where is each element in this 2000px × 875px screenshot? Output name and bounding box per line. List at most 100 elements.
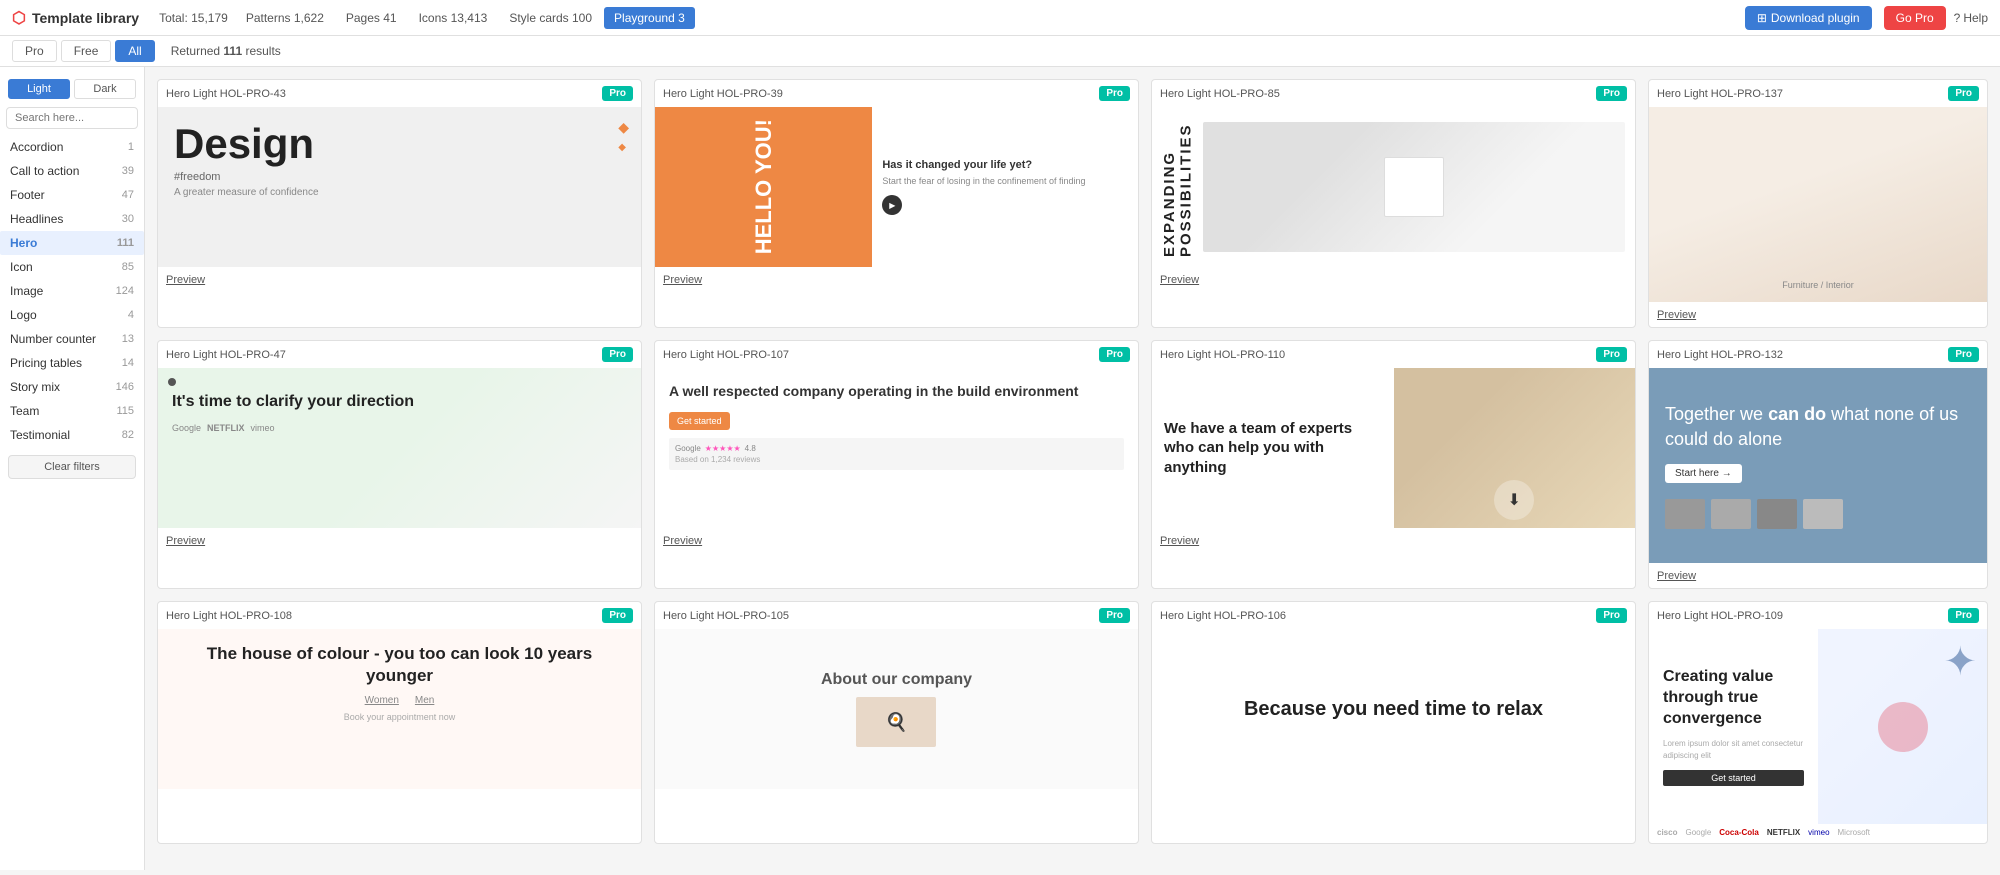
nav-tabs: Patterns 1,622 Pages 41 Icons 13,413 Sty… [236, 7, 695, 29]
preview-link[interactable]: Preview [663, 535, 702, 547]
pro-badge: Pro [602, 347, 633, 362]
card-hol-pro-107: Hero Light HOL-PRO-107 Pro A well respec… [654, 340, 1139, 589]
right-col: Hero Light HOL-PRO-137 Pro Furniture / I… [1648, 79, 1988, 328]
card-hol-pro-39: Hero Light HOL-PRO-39 Pro HELLO YOU! Has… [654, 79, 1139, 328]
card-title: Hero Light HOL-PRO-39 [663, 88, 783, 100]
preview-link[interactable]: Preview [663, 274, 702, 286]
total-count: Total: 15,179 [159, 11, 228, 25]
nav-tab-playground[interactable]: Playground 3 [604, 7, 695, 29]
sidebar-item-number-counter[interactable]: Number counter 13 [0, 327, 144, 351]
filter-free[interactable]: Free [61, 40, 112, 62]
card-hol-pro-47: Hero Light HOL-PRO-47 Pro It's time to c… [157, 340, 642, 589]
logo: ⬡ Template library [12, 8, 139, 28]
pro-badge: Pro [602, 608, 633, 623]
card-title: Hero Light HOL-PRO-132 [1657, 349, 1783, 361]
creating-cta[interactable]: Get started [1663, 770, 1804, 786]
card-thumbnail: Furniture / Interior [1649, 107, 1987, 302]
theme-toggle: Light Dark [0, 75, 144, 107]
card-thumbnail: About our company 🍳 [655, 629, 1138, 789]
card-thumbnail: Together we can do what none of us could… [1649, 368, 1987, 563]
filter-tabs: Pro Free All [12, 40, 155, 62]
preview-link[interactable]: Preview [166, 535, 205, 547]
sidebar-item-image[interactable]: Image 124 [0, 279, 144, 303]
pro-badge: Pro [1099, 86, 1130, 101]
card-title: Hero Light HOL-PRO-105 [663, 610, 789, 622]
sidebar-item-testimonial[interactable]: Testimonial 82 [0, 423, 144, 447]
card-title: Hero Light HOL-PRO-43 [166, 88, 286, 100]
card-thumbnail: Because you need time to relax [1152, 629, 1635, 789]
pro-badge: Pro [1099, 347, 1130, 362]
pro-badge: Pro [602, 86, 633, 101]
card-hol-pro-85: Hero Light HOL-PRO-85 Pro EXPANDING POSS… [1151, 79, 1636, 328]
download-plugin-button[interactable]: ⊞ Download plugin [1745, 6, 1872, 30]
top-bar: ⬡ Template library Total: 15,179 Pattern… [0, 0, 2000, 36]
card-thumbnail: It's time to clarify your direction Goog… [158, 368, 641, 528]
sidebar-item-hero[interactable]: Hero 111 [0, 231, 144, 255]
card-title: Hero Light HOL-PRO-85 [1160, 88, 1280, 100]
preview-link[interactable]: Preview [1657, 570, 1696, 582]
sidebar-item-team[interactable]: Team 115 [0, 399, 144, 423]
pro-badge: Pro [1596, 347, 1627, 362]
pro-badge: Pro [1596, 86, 1627, 101]
go-pro-button[interactable]: Go Pro [1884, 6, 1946, 30]
card-title: Hero Light HOL-PRO-109 [1657, 610, 1783, 622]
theme-dark-button[interactable]: Dark [74, 79, 136, 99]
theme-light-button[interactable]: Light [8, 79, 70, 99]
card-hol-pro-132: Hero Light HOL-PRO-132 Pro Together we c… [1648, 340, 1988, 589]
together-cta[interactable]: Start here → [1665, 464, 1742, 483]
logo-icon: ⬡ [12, 8, 26, 28]
pro-badge: Pro [1948, 347, 1979, 362]
card-thumbnail: EXPANDING POSSIBILITIES [1152, 107, 1635, 267]
pro-badge: Pro [1948, 86, 1979, 101]
card-title: Hero Light HOL-PRO-110 [1160, 349, 1285, 361]
sidebar-item-footer[interactable]: Footer 47 [0, 183, 144, 207]
preview-link[interactable]: Preview [166, 274, 205, 286]
preview-link[interactable]: Preview [1160, 535, 1199, 547]
card-title: Hero Light HOL-PRO-137 [1657, 88, 1783, 100]
card-title: Hero Light HOL-PRO-108 [166, 610, 292, 622]
card-thumbnail: Design #freedom A greater measure of con… [158, 107, 641, 267]
clear-filters-button[interactable]: Clear filters [8, 455, 136, 479]
sidebar: Light Dark Accordion 1 Call to action 39… [0, 67, 145, 870]
preview-link[interactable]: Preview [1160, 274, 1199, 286]
nav-tab-style-cards[interactable]: Style cards 100 [499, 7, 602, 29]
card-hol-pro-108: Hero Light HOL-PRO-108 Pro The house of … [157, 601, 642, 844]
nav-tab-icons[interactable]: Icons 13,413 [409, 7, 498, 29]
help-icon: ? [1954, 11, 1961, 25]
nav-tab-pages[interactable]: Pages 41 [336, 7, 407, 29]
preview-link[interactable]: Preview [1657, 309, 1696, 321]
card-hol-pro-105: Hero Light HOL-PRO-105 Pro About our com… [654, 601, 1139, 844]
card-title: Hero Light HOL-PRO-107 [663, 349, 789, 361]
pro-badge: Pro [1948, 608, 1979, 623]
sidebar-item-accordion[interactable]: Accordion 1 [0, 135, 144, 159]
card-thumbnail: We have a team of experts who can help y… [1152, 368, 1635, 528]
layout: Light Dark Accordion 1 Call to action 39… [0, 67, 2000, 870]
pro-badge: Pro [1099, 608, 1130, 623]
sidebar-item-logo[interactable]: Logo 4 [0, 303, 144, 327]
main-content: Hero Light HOL-PRO-43 Pro Design #freedo… [145, 67, 2000, 870]
sub-bar: Pro Free All Returned 111 results [0, 36, 2000, 67]
card-thumbnail: A well respected company operating in th… [655, 368, 1138, 528]
results-count: Returned 111 results [171, 44, 281, 58]
sidebar-item-headlines[interactable]: Headlines 30 [0, 207, 144, 231]
logos-bar: cisco Google Coca-Cola NETFLIX vimeo Mic… [1649, 824, 1987, 843]
clear-filters: Clear filters [8, 455, 136, 479]
wp-icon: ⊞ [1757, 11, 1767, 25]
card-title: Hero Light HOL-PRO-106 [1160, 610, 1286, 622]
card-thumbnail: Creating value through true convergence … [1649, 629, 1987, 824]
sidebar-item-pricing-tables[interactable]: Pricing tables 14 [0, 351, 144, 375]
card-hol-pro-43: Hero Light HOL-PRO-43 Pro Design #freedo… [157, 79, 642, 328]
card-thumbnail: The house of colour - you too can look 1… [158, 629, 641, 789]
filter-pro[interactable]: Pro [12, 40, 57, 62]
sidebar-item-story-mix[interactable]: Story mix 146 [0, 375, 144, 399]
help-button[interactable]: ? Help [1954, 11, 1988, 25]
pro-badge: Pro [1596, 608, 1627, 623]
search-input[interactable] [6, 107, 138, 129]
sidebar-item-call-to-action[interactable]: Call to action 39 [0, 159, 144, 183]
card-thumbnail: HELLO YOU! Has it changed your life yet?… [655, 107, 1138, 267]
nav-tab-patterns[interactable]: Patterns 1,622 [236, 7, 334, 29]
card-hol-pro-137: Hero Light HOL-PRO-137 Pro Furniture / I… [1648, 79, 1988, 328]
sidebar-item-icon[interactable]: Icon 85 [0, 255, 144, 279]
filter-all[interactable]: All [115, 40, 154, 62]
card-title: Hero Light HOL-PRO-47 [166, 349, 286, 361]
